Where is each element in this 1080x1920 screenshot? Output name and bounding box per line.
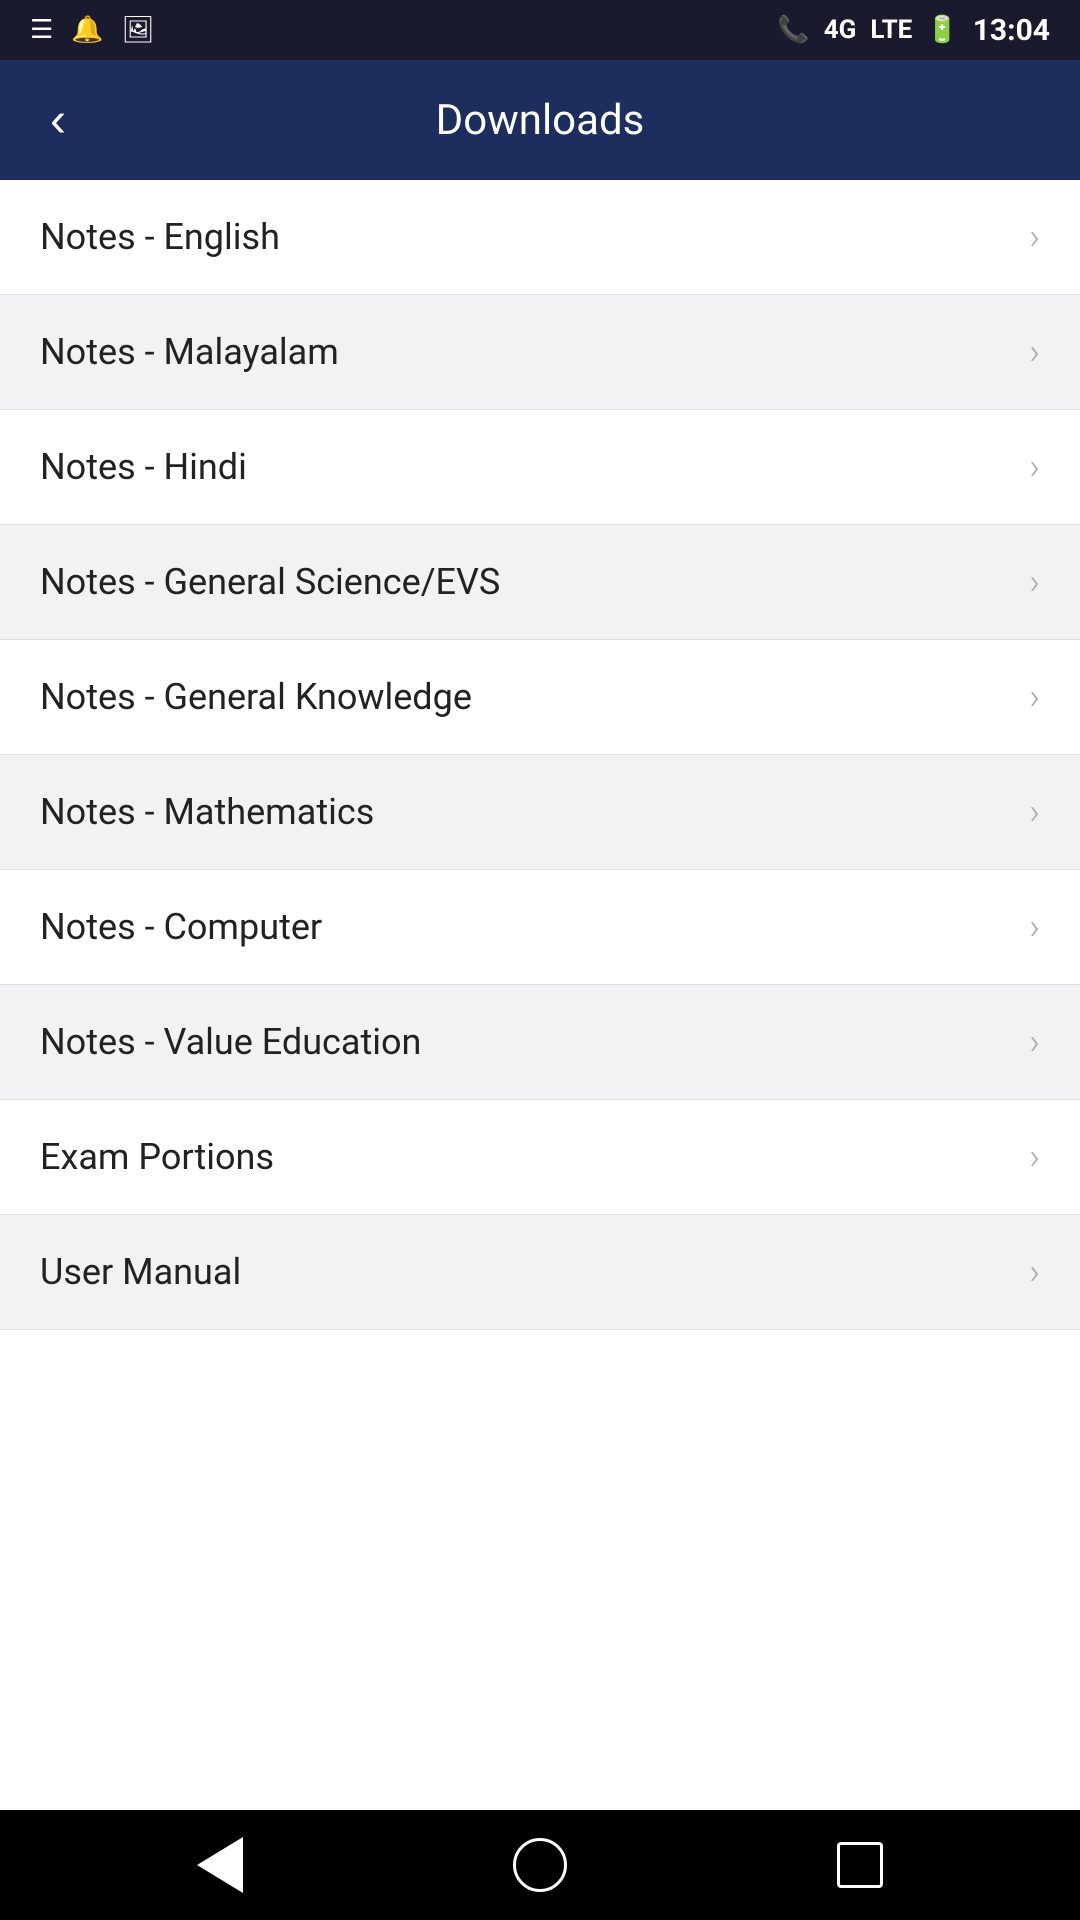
back-button[interactable]: ‹ — [40, 83, 76, 158]
battery-icon: 🔋 — [926, 15, 958, 45]
list-item[interactable]: Notes - Computer › — [0, 870, 1080, 985]
nav-back-button[interactable] — [180, 1825, 260, 1905]
status-bar: ☰ 🔔 🖼 📞 4G LTE 🔋 13:04 — [0, 0, 1080, 60]
back-icon: ‹ — [50, 93, 66, 148]
header: ‹ Downloads — [0, 60, 1080, 180]
status-time: 13:04 — [973, 13, 1050, 48]
list-item[interactable]: Exam Portions › — [0, 1100, 1080, 1215]
chevron-right-icon: › — [1029, 1251, 1040, 1293]
chevron-right-icon: › — [1029, 1021, 1040, 1063]
home-circle-icon — [513, 1838, 567, 1892]
chevron-right-icon: › — [1029, 1136, 1040, 1178]
image-icon: 🖼 — [122, 15, 155, 45]
list-item-label: User Manual — [40, 1251, 241, 1293]
chevron-right-icon: › — [1029, 676, 1040, 718]
page-title: Downloads — [436, 96, 645, 145]
list-item[interactable]: Notes - General Knowledge › — [0, 640, 1080, 755]
list-item-label: Notes - Mathematics — [40, 791, 374, 833]
nav-home-button[interactable] — [500, 1825, 580, 1905]
lte-icon: LTE — [870, 15, 912, 45]
notification-icon: 🔔 — [71, 15, 103, 45]
chevron-right-icon: › — [1029, 216, 1040, 258]
list-item[interactable]: Notes - Malayalam › — [0, 295, 1080, 410]
phone-icon: 📞 — [777, 15, 809, 45]
list-item-label: Notes - English — [40, 216, 280, 258]
downloads-list: Notes - English›Notes - Malayalam›Notes … — [0, 180, 1080, 1810]
list-item-label: Notes - Hindi — [40, 446, 247, 488]
status-left-icons: ☰ 🔔 🖼 — [30, 15, 155, 45]
list-item-label: Notes - Computer — [40, 906, 322, 948]
list-item[interactable]: Notes - Mathematics › — [0, 755, 1080, 870]
list-item[interactable]: User Manual › — [0, 1215, 1080, 1330]
list-item-label: Notes - General Science/EVS — [40, 561, 500, 603]
list-item[interactable]: Notes - English › — [0, 180, 1080, 295]
menu-icon: ☰ — [30, 15, 53, 45]
signal-4g-icon: 4G — [824, 15, 857, 45]
list-item-label: Notes - General Knowledge — [40, 676, 472, 718]
chevron-right-icon: › — [1029, 446, 1040, 488]
recents-square-icon — [837, 1842, 883, 1888]
chevron-right-icon: › — [1029, 561, 1040, 603]
list-item[interactable]: Notes - Hindi › — [0, 410, 1080, 525]
chevron-right-icon: › — [1029, 791, 1040, 833]
list-item-label: Notes - Value Education — [40, 1021, 421, 1063]
list-item[interactable]: Notes - Value Education › — [0, 985, 1080, 1100]
list-item[interactable]: Notes - General Science/EVS › — [0, 525, 1080, 640]
list-item-label: Notes - Malayalam — [40, 331, 339, 373]
nav-recents-button[interactable] — [820, 1825, 900, 1905]
chevron-right-icon: › — [1029, 906, 1040, 948]
chevron-right-icon: › — [1029, 331, 1040, 373]
back-triangle-icon — [197, 1837, 243, 1893]
list-item-label: Exam Portions — [40, 1136, 274, 1178]
status-right-icons: 📞 4G LTE 🔋 13:04 — [777, 13, 1050, 48]
bottom-navigation — [0, 1810, 1080, 1920]
